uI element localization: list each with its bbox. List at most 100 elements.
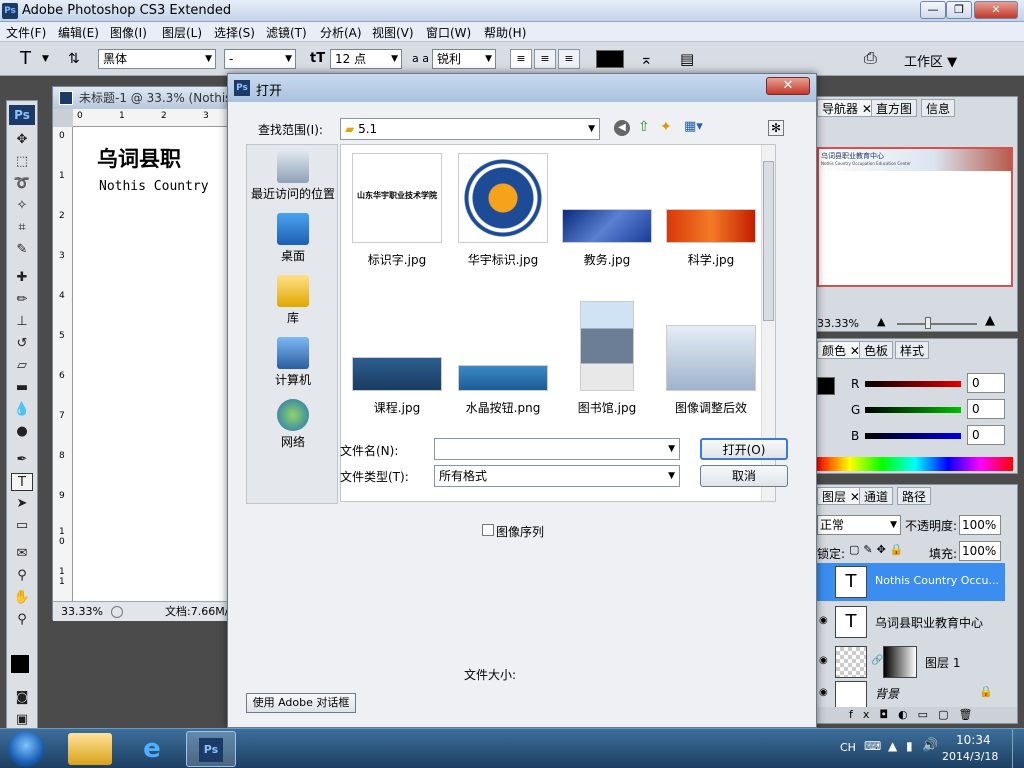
view-menu-icon[interactable]: ▦▾ (684, 119, 703, 134)
show-desktop-button[interactable] (1012, 729, 1024, 768)
tab-info[interactable]: 信息 (921, 99, 956, 117)
dodge-tool-icon[interactable]: ● (11, 423, 33, 441)
use-adobe-dialog-button[interactable]: 使用 Adobe 对话框 (246, 693, 356, 713)
close-button[interactable]: ✕ (974, 1, 1018, 19)
explorer-taskbar-icon[interactable] (68, 733, 112, 765)
align-center-button[interactable]: ≡ (534, 49, 556, 69)
document-canvas[interactable]: 乌词县职 Nothis Country (73, 127, 233, 601)
document-tab[interactable]: 未标题-1 @ 33.3% (Nothis (53, 87, 233, 109)
channel-g-slider[interactable] (865, 407, 961, 413)
channel-r-slider[interactable] (865, 381, 961, 387)
anti-alias-select[interactable]: 锐利 ▼ (432, 49, 496, 69)
cancel-button[interactable]: 取消 (700, 465, 788, 487)
align-left-button[interactable]: ≡ (510, 49, 532, 69)
network-tray-icon[interactable]: ▮ (906, 739, 913, 753)
menu-select[interactable]: 选择(S) (214, 24, 255, 41)
eraser-tool-icon[interactable]: ▱ (11, 357, 33, 375)
align-right-button[interactable]: ≡ (558, 49, 580, 69)
channel-b-slider[interactable] (865, 433, 961, 439)
menu-file[interactable]: 文件(F) (6, 24, 46, 41)
ie-taskbar-icon[interactable]: e (130, 733, 174, 765)
status-menu-icon[interactable] (111, 606, 123, 618)
lookin-combo[interactable]: ▰ 5.1 ▼ (340, 118, 600, 140)
gradient-tool-icon[interactable]: ▬ (11, 379, 33, 397)
history-brush-tool-icon[interactable]: ↺ (11, 335, 33, 353)
file-item[interactable]: 华宇标识.jpg (453, 153, 553, 268)
zoom-level[interactable]: 33.33% (61, 602, 103, 622)
bridge-icon[interactable]: ⎙ (864, 48, 877, 68)
file-item[interactable]: 山东华宇职业技术学院 标识字.jpg (347, 153, 447, 268)
screen-mode-icon[interactable]: ▣ (11, 711, 33, 729)
menu-view[interactable]: 视图(V) (372, 24, 414, 41)
clock-time[interactable]: 10:34 (956, 733, 991, 747)
type-tool-icon[interactable]: T (20, 48, 31, 69)
adobe-bridge-icon[interactable]: ✻ (768, 120, 785, 136)
image-sequence-checkbox[interactable] (482, 524, 494, 536)
place-library[interactable]: 库 (249, 275, 337, 326)
font-size-select[interactable]: 12 点 ▼ (330, 49, 402, 69)
tab-paths[interactable]: 路径 (897, 487, 932, 505)
menu-edit[interactable]: 编辑(E) (58, 24, 99, 41)
file-item[interactable]: 课程.jpg (347, 301, 447, 416)
tab-swatches[interactable]: 色板 (859, 341, 894, 359)
tray-chevron-icon[interactable]: ▲ (888, 739, 897, 753)
tab-channels[interactable]: 通道 (859, 487, 894, 505)
zoom-in-icon[interactable]: ▲ (985, 313, 995, 328)
layer-mask-thumbnail[interactable] (883, 646, 917, 678)
channel-b-input[interactable]: 0 (967, 425, 1005, 445)
foreground-color-swatch[interactable] (11, 655, 29, 673)
place-network[interactable]: 网络 (249, 399, 337, 450)
minimize-button[interactable]: — (920, 1, 946, 19)
input-language[interactable]: CH (840, 741, 856, 754)
marquee-tool-icon[interactable]: ⬚ (11, 153, 33, 171)
filename-input[interactable]: ▼ (434, 438, 680, 460)
place-computer[interactable]: 计算机 (249, 337, 337, 388)
dialog-close-button[interactable]: ✕ (766, 77, 810, 95)
blend-mode-select[interactable]: 正常 ▼ (817, 515, 901, 535)
layer-row[interactable]: ◉ 背景 🔒 (815, 681, 1005, 707)
zoom-tool-icon[interactable]: ⚲ (11, 611, 33, 629)
file-item[interactable]: 科学.jpg (661, 153, 761, 268)
channel-r-input[interactable]: 0 (967, 373, 1005, 393)
volume-icon[interactable]: 🔊 (922, 738, 938, 753)
menu-filter[interactable]: 滤镜(T) (266, 24, 307, 41)
tab-styles[interactable]: 样式 (895, 341, 930, 359)
quick-mask-icon[interactable]: ◙ (11, 689, 33, 707)
eyedropper-tool-icon[interactable]: ⚲ (11, 567, 33, 585)
blur-tool-icon[interactable]: 💧 (11, 401, 33, 419)
type-tool-selected-icon[interactable]: T (11, 473, 33, 491)
clock-date[interactable]: 2014/3/18 (942, 750, 998, 763)
pen-tool-icon[interactable]: ✒ (11, 451, 33, 469)
magic-wand-tool-icon[interactable]: ✧ (11, 197, 33, 215)
workspace-menu[interactable]: 工作区 ▼ (904, 51, 957, 70)
file-item[interactable]: 图像调整后效果.jpg (661, 301, 761, 415)
navigator-preview[interactable]: 乌词县职业教育中心 Nothis Country Occupation Educ… (817, 147, 1013, 287)
tab-color[interactable]: 颜色 ✕ (817, 341, 865, 359)
photoshop-taskbar-button[interactable]: Ps (186, 731, 236, 767)
brush-tool-icon[interactable]: ✏ (11, 291, 33, 309)
navigator-zoom[interactable]: 33.33% (817, 317, 859, 330)
file-item[interactable]: 教务.jpg (557, 153, 657, 268)
character-panel-icon[interactable]: ▤ (680, 50, 694, 68)
warp-text-icon[interactable]: ⌅ (640, 50, 653, 68)
tool-preset-arrow-icon[interactable]: ▼ (42, 54, 49, 64)
menu-window[interactable]: 窗口(W) (426, 24, 471, 41)
layers-footer-icons[interactable]: fx◘◐▭▢🗑 (813, 707, 1017, 723)
move-tool-icon[interactable]: ✥ (11, 131, 33, 149)
shape-tool-icon[interactable]: ▭ (11, 517, 33, 535)
layer-row[interactable]: ◉ T 乌词县职业教育中心 (815, 603, 1005, 641)
path-selection-tool-icon[interactable]: ➤ (11, 495, 33, 513)
text-orientation-icon[interactable]: ⇅ (68, 51, 80, 67)
fill-input[interactable]: 100% (959, 541, 1001, 561)
tab-layers[interactable]: 图层 ✕ (817, 487, 865, 505)
visibility-eye-icon[interactable]: ◉ (819, 615, 828, 626)
back-icon[interactable]: ◀ (614, 120, 630, 136)
layer-row[interactable]: T Nothis Country Occu... (815, 563, 1005, 601)
up-folder-icon[interactable]: ⇧ (638, 119, 650, 135)
visibility-eye-icon[interactable]: ◉ (819, 655, 828, 666)
text-color-swatch[interactable] (596, 50, 624, 68)
start-button[interactable] (8, 731, 44, 767)
file-item[interactable]: 水晶按钮.png (453, 301, 553, 416)
menu-help[interactable]: 帮助(H) (484, 24, 526, 41)
font-style-select[interactable]: - ▼ (224, 49, 296, 69)
